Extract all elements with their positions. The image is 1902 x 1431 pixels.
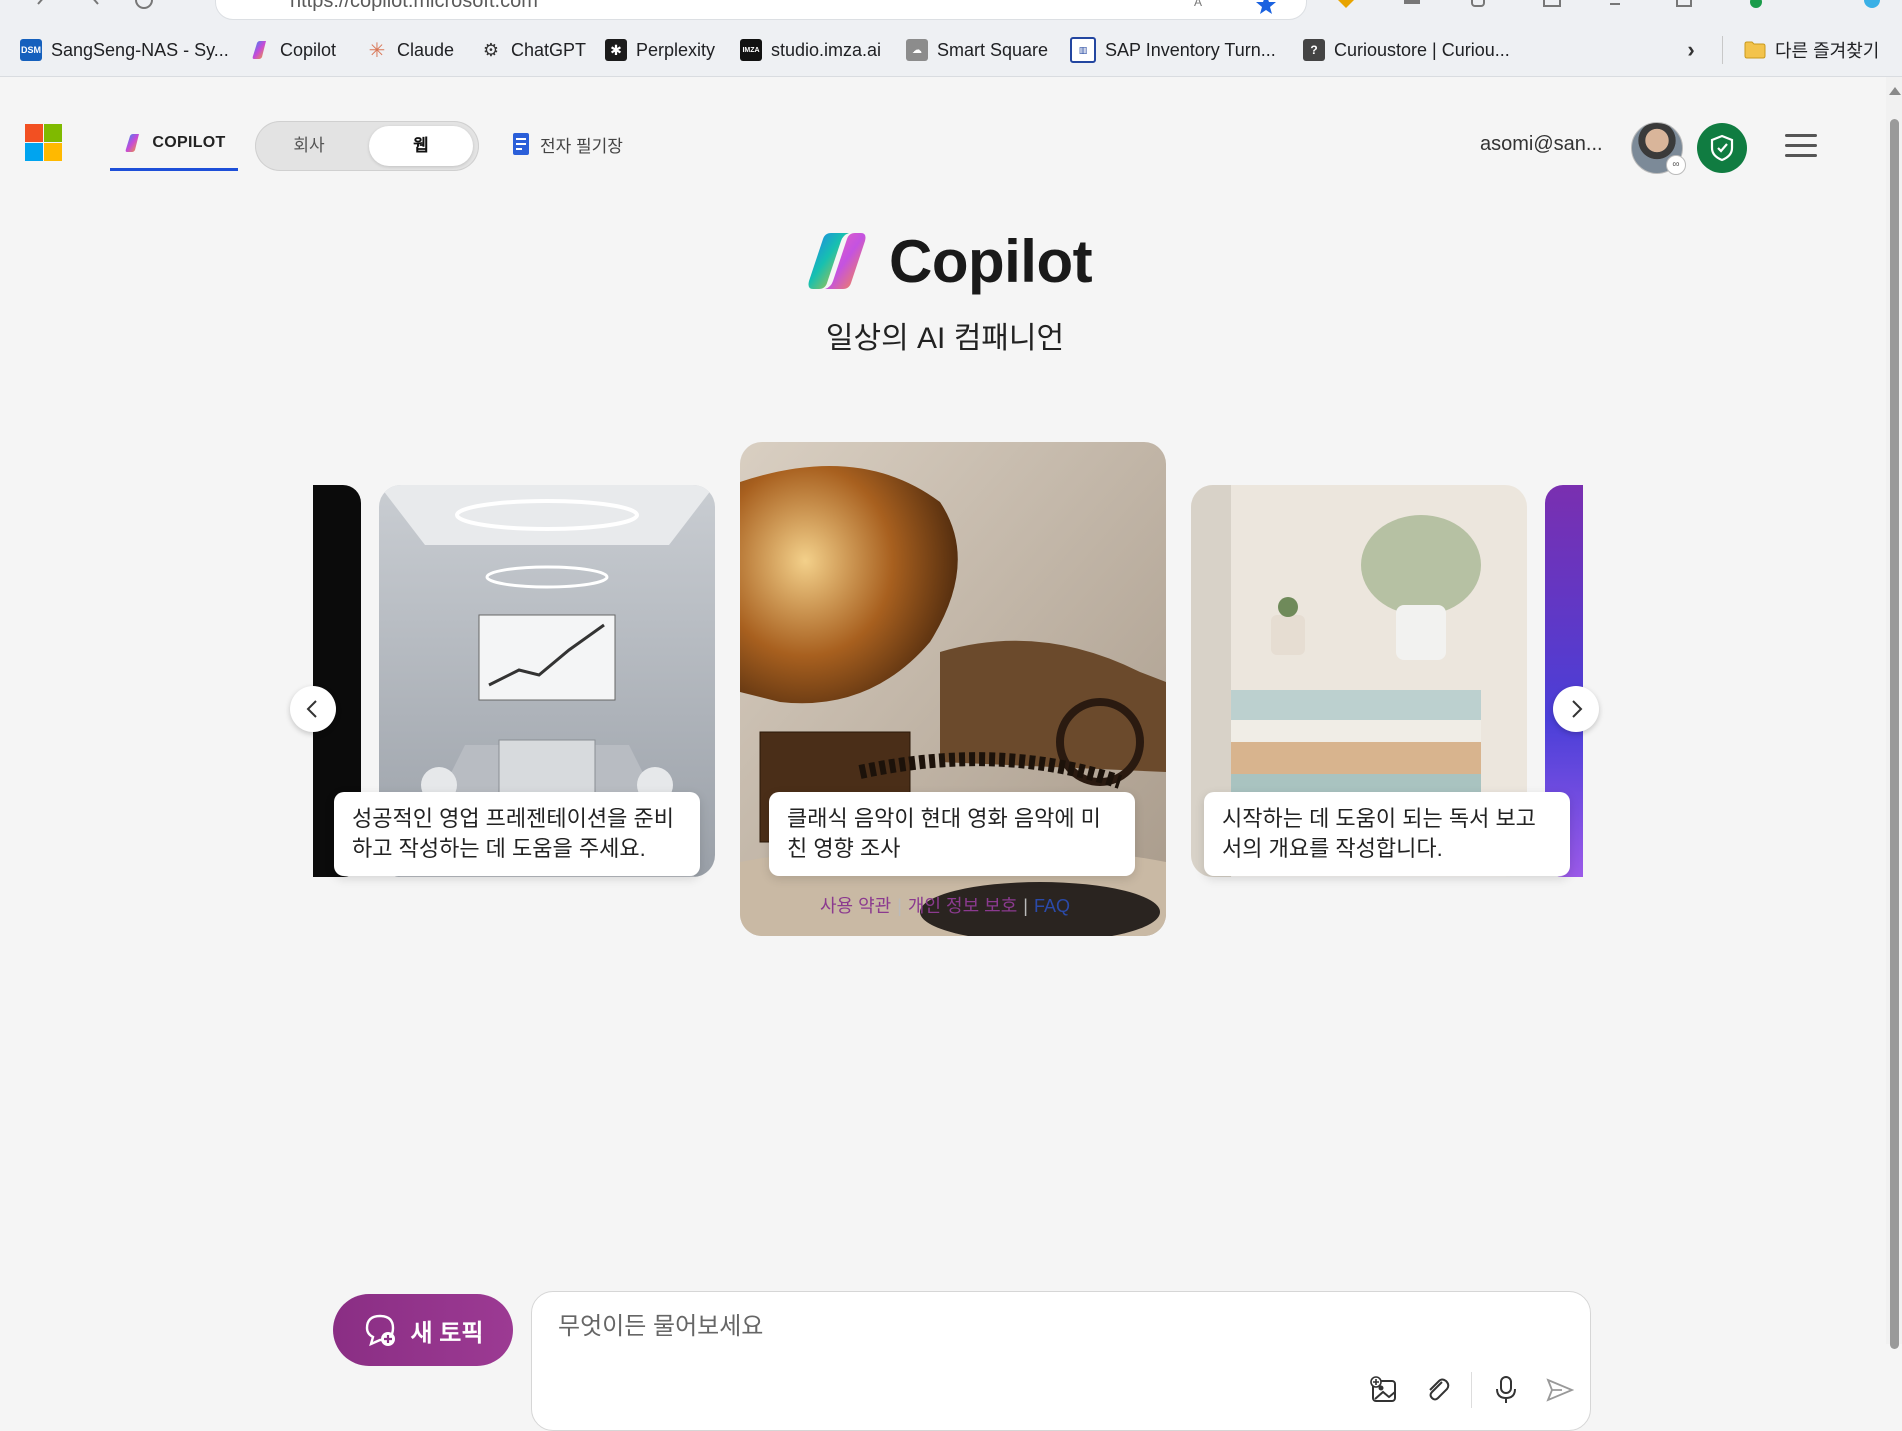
menu-icon[interactable] <box>1785 134 1817 158</box>
bookmark-chatgpt[interactable]: ⚙ ChatGPT <box>480 36 586 64</box>
faq-link[interactable]: FAQ <box>1034 896 1070 916</box>
address-bar-url[interactable]: https://copilot.microsoft.com <box>290 0 538 13</box>
browser-essentials-icon[interactable] <box>1744 0 1764 14</box>
privacy-link[interactable]: 개인 정보 보호 <box>908 896 1017 916</box>
bookmark-curioustore[interactable]: ? Curioustore | Curiou... <box>1303 36 1510 64</box>
link-separator: | <box>897 896 902 916</box>
microphone-icon[interactable] <box>1490 1374 1522 1406</box>
link-icon: ∞ <box>1666 155 1686 175</box>
chevron-right-icon: › <box>1687 37 1695 62</box>
other-favorites-folder[interactable]: 다른 즐겨찾기 <box>1744 36 1879 64</box>
bookmark-smart-square[interactable]: ☁ Smart Square <box>906 36 1048 64</box>
dsm-icon: DSM <box>20 39 42 61</box>
page-scrollbar[interactable] <box>1886 77 1902 1349</box>
chat-composer <box>531 1291 1591 1431</box>
image-add-icon[interactable] <box>1368 1374 1400 1406</box>
shield-icon[interactable] <box>1697 123 1747 173</box>
copilot-sidebar-icon[interactable] <box>1862 0 1882 14</box>
user-email[interactable]: asomi@san... <box>1480 133 1603 156</box>
copilot-icon <box>126 133 140 152</box>
link-separator: | <box>1023 896 1028 916</box>
work-web-toggle[interactable]: 회사 웹 <box>255 121 479 171</box>
monitor-icon[interactable] <box>1402 0 1422 14</box>
chatgpt-icon: ⚙ <box>482 39 500 60</box>
avatar[interactable]: ∞ <box>1631 122 1686 175</box>
footer-links: 사용 약관 | 개인 정보 보호 | FAQ <box>6 892 1884 918</box>
page-title: Copilot <box>889 227 1093 295</box>
split-screen-icon[interactable] <box>1542 0 1562 14</box>
extensions-puzzle-icon[interactable] <box>1468 0 1488 14</box>
paperclip-icon[interactable] <box>1422 1374 1454 1406</box>
cloud-icon: ☁ <box>906 39 928 61</box>
bookmarks-divider <box>1722 36 1723 64</box>
sap-icon: ▥ <box>1070 37 1096 63</box>
scroll-up-arrow[interactable] <box>1889 87 1901 95</box>
favorite-star-icon[interactable] <box>1256 0 1276 14</box>
refresh-icon[interactable] <box>134 0 154 14</box>
carousel-prev-button[interactable] <box>290 686 336 732</box>
curioustore-icon: ? <box>1303 39 1325 61</box>
carousel-caption-2[interactable]: 클래식 음악이 현대 영화 음악에 미친 영향 조사 <box>769 792 1135 876</box>
new-chat-icon <box>365 1314 395 1347</box>
toggle-option-company[interactable]: 회사 <box>255 121 363 171</box>
bookmark-sangseng-nas[interactable]: DSM SangSeng-NAS - Sy... <box>20 36 229 64</box>
collections-icon[interactable] <box>1674 0 1694 14</box>
back-icon[interactable] <box>32 0 52 14</box>
read-aloud-icon[interactable]: A <box>1192 0 1212 14</box>
terms-link[interactable]: 사용 약관 <box>820 896 891 916</box>
chat-input[interactable] <box>556 1312 1560 1342</box>
chevron-left-icon <box>306 700 317 718</box>
forward-icon[interactable] <box>84 0 104 14</box>
imza-icon: IMZA <box>740 39 762 61</box>
bookmarks-bar: DSM SangSeng-NAS - Sy... Copilot ✳ Claud… <box>0 22 1902 77</box>
hero-heading: Copilot <box>803 225 1093 297</box>
carousel-caption-1[interactable]: 성공적인 영업 프레젠테이션을 준비하고 작성하는 데 도움을 주세요. <box>334 792 700 876</box>
tagline: 일상의 AI 컴패니언 <box>825 322 1065 355</box>
extension-icon[interactable] <box>1336 0 1356 14</box>
bookmark-copilot[interactable]: Copilot <box>249 36 336 64</box>
scrollbar-thumb[interactable] <box>1890 119 1899 1349</box>
bookmark-perplexity[interactable]: ✱ Perplexity <box>605 36 715 64</box>
new-topic-button[interactable]: 새 토픽 <box>333 1294 513 1366</box>
folder-icon <box>1744 39 1766 61</box>
claude-icon: ✳ <box>368 39 386 62</box>
bookmark-imza[interactable]: IMZA studio.imza.ai <box>740 36 881 64</box>
toggle-option-web[interactable]: 웹 <box>369 126 473 166</box>
carousel-caption-3[interactable]: 시작하는 데 도움이 되는 독서 보고서의 개요를 작성합니다. <box>1204 792 1570 876</box>
copilot-logo-icon <box>808 233 866 289</box>
copilot-page: COPILOT 회사 웹 전자 필기장 asomi@san... ∞ Copil… <box>6 77 1884 1431</box>
notebook-link[interactable]: 전자 필기장 <box>512 129 623 159</box>
bookmark-claude[interactable]: ✳ Claude <box>366 36 454 64</box>
copilot-icon <box>249 39 271 61</box>
favorites-bar-icon[interactable] <box>1608 0 1628 14</box>
bookmark-sap-inventory[interactable]: ▥ SAP Inventory Turn... <box>1070 36 1276 64</box>
svg-text:A: A <box>1194 0 1202 9</box>
carousel-next-button[interactable] <box>1553 686 1599 732</box>
bookmarks-overflow-chevron[interactable]: › <box>1680 36 1711 64</box>
browser-toolbar: https://copilot.microsoft.com A <box>0 0 1902 22</box>
tab-copilot[interactable]: COPILOT <box>110 117 238 171</box>
microsoft-logo[interactable] <box>25 124 63 162</box>
perplexity-icon: ✱ <box>605 39 627 61</box>
notebook-icon <box>513 133 529 155</box>
send-icon[interactable] <box>1544 1374 1576 1406</box>
chevron-right-icon <box>1572 700 1583 718</box>
composer-divider <box>1471 1372 1472 1408</box>
